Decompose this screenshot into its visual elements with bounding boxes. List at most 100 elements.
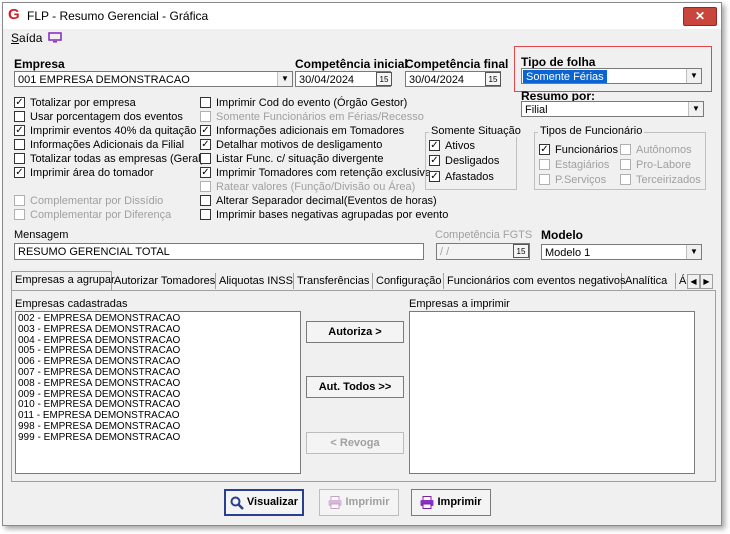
mensagem-input[interactable]: RESUMO GERENCIAL TOTAL: [14, 243, 424, 260]
checkbox-funcionarios[interactable]: ✓ Funcionários: [539, 143, 618, 157]
checkbox-box: [200, 194, 211, 206]
empresas-imprimir-label: Empresas a imprimir: [409, 298, 510, 310]
tab-analitica[interactable]: Analítica: [622, 273, 676, 289]
chevron-down-icon[interactable]: ▼: [686, 69, 701, 83]
empresa-label: Empresa: [14, 57, 65, 71]
checkbox-box: ✓: [539, 143, 550, 155]
somente-situacao-title: Somente Situação: [429, 125, 523, 137]
imprimir-button-disabled[interactable]: Imprimir: [319, 489, 399, 516]
competencia-final-label: Competência final: [405, 57, 509, 71]
tipos-funcionario-title: Tipos de Funcionário: [538, 125, 645, 137]
calendar-icon[interactable]: 15: [376, 72, 392, 86]
title-bar: G FLP - Resumo Gerencial - Gráfica ✕: [3, 3, 721, 29]
checkbox-box: [14, 110, 25, 122]
checkbox-box: ✓: [429, 170, 440, 182]
list-item[interactable]: 003 - EMPRESA DEMONSTRACAO: [16, 324, 300, 336]
competencia-fgts-label: Competência FGTS: [435, 229, 533, 241]
chevron-down-icon[interactable]: ▼: [688, 102, 703, 116]
monitor-icon[interactable]: [48, 32, 62, 43]
checkbox-info-tomadores[interactable]: ✓ Informações adicionais em Tomadores: [200, 124, 404, 138]
modelo-select[interactable]: Modelo 1 ▼: [541, 244, 702, 260]
autoriza-button[interactable]: Autoriza >: [306, 321, 404, 343]
checkbox-box: [620, 158, 631, 170]
checkbox-situacao-divergente[interactable]: Listar Func. c/ situação divergente: [200, 152, 384, 166]
checkbox-box: ✓: [14, 124, 25, 136]
tab-transferencias[interactable]: Transferências: [294, 273, 373, 289]
tab-funcionarios-eventos-negativos[interactable]: Funcionários com eventos negativos: [444, 273, 626, 289]
checkbox-box: [539, 158, 550, 170]
checkbox-ativos[interactable]: ✓ Ativos: [429, 139, 475, 153]
checkbox-motivos-desligamento[interactable]: ✓ Detalhar motivos de desligamento: [200, 138, 382, 152]
checkbox-box: [14, 138, 25, 150]
checkbox-ferias-recesso[interactable]: Somente Funcionários em Férias/Recesso: [200, 110, 424, 124]
checkbox-box: ✓: [429, 139, 440, 151]
tab-scroll-left-icon[interactable]: ◀: [687, 274, 700, 289]
empresas-cadastradas-label: Empresas cadastradas: [15, 298, 128, 310]
checkbox-info-filial[interactable]: Informações Adicionais da Filial: [14, 138, 184, 152]
window-title: FLP - Resumo Gerencial - Gráfica: [27, 9, 209, 23]
autorizar-todos-button[interactable]: Aut. Todos >>: [306, 376, 404, 398]
magnifier-icon: [230, 496, 244, 510]
checkbox-pro-labore[interactable]: Pro-Labore: [620, 158, 691, 172]
tab-empresas-agrupar[interactable]: Empresas a agrupar: [11, 271, 115, 290]
checkbox-box: [200, 180, 211, 192]
checkbox-box: [200, 152, 211, 164]
checkbox-complementar-diferenca[interactable]: Complementar por Diferença: [14, 208, 171, 222]
empresas-imprimir-list[interactable]: [409, 311, 695, 474]
checkbox-box: ✓: [200, 166, 211, 178]
tab-autorizar-tomadores[interactable]: Autorizar Tomadores: [111, 273, 216, 289]
checkbox-cod-evento[interactable]: Imprimir Cod do evento (Órgão Gestor): [200, 96, 407, 110]
calendar-icon[interactable]: 15: [485, 72, 501, 86]
empresas-cadastradas-list[interactable]: 002 - EMPRESA DEMONSTRACAO 003 - EMPRESA…: [15, 311, 301, 474]
checkbox-box: [14, 194, 25, 206]
checkbox-eventos-40[interactable]: ✓ Imprimir eventos 40% da quitação: [14, 124, 196, 138]
printer-icon: [420, 496, 434, 509]
tab-scroll-right-icon[interactable]: ▶: [700, 274, 713, 289]
checkbox-bases-negativas[interactable]: Imprimir bases negativas agrupadas por e…: [200, 208, 448, 222]
modelo-label: Modelo: [541, 228, 583, 242]
checkbox-ratear-valores[interactable]: Ratear valores (Função/Divisão ou Área): [200, 180, 415, 194]
tab-aliquotas-inss[interactable]: Aliquotas INSS: [216, 273, 294, 289]
checkbox-box: [620, 143, 631, 155]
list-item[interactable]: 008 - EMPRESA DEMONSTRACAO: [16, 378, 300, 390]
checkbox-complementar-dissidio[interactable]: Complementar por Dissídio: [14, 194, 163, 208]
checkbox-box: ✓: [429, 154, 440, 166]
checkbox-totalizar-empresa[interactable]: ✓ Totalizar por empresa: [14, 96, 136, 110]
checkbox-retencao-exclusiva[interactable]: ✓ Imprimir Tomadores com retenção exclusi…: [200, 166, 431, 180]
menu-bar: Saída: [3, 29, 721, 47]
app-logo-icon: G: [8, 6, 20, 23]
close-button[interactable]: ✕: [683, 7, 717, 26]
chevron-down-icon[interactable]: ▼: [277, 72, 292, 86]
chevron-down-icon[interactable]: ▼: [686, 245, 701, 259]
checkbox-separador-decimal[interactable]: Alterar Separador decimal(Eventos de hor…: [200, 194, 437, 208]
checkbox-box: [14, 152, 25, 164]
checkbox-box: [200, 208, 211, 220]
checkbox-box: [620, 173, 631, 185]
imprimir-button[interactable]: Imprimir: [411, 489, 491, 516]
empresa-select[interactable]: 001 EMPRESA DEMONSTRACAO ▼: [14, 71, 293, 87]
resumo-por-select[interactable]: Filial ▼: [521, 101, 704, 117]
checkbox-afastados[interactable]: ✓ Afastados: [429, 170, 494, 184]
tipo-folha-select[interactable]: Somente Férias ▼: [521, 68, 702, 84]
calendar-icon[interactable]: 15: [513, 244, 529, 258]
tab-strip: Empresas a agrupar Autorizar Tomadores A…: [11, 271, 713, 290]
tab-configuracao[interactable]: Configuração: [373, 273, 444, 289]
window: G FLP - Resumo Gerencial - Gráfica ✕ Saí…: [2, 2, 722, 526]
checkbox-box: [200, 110, 211, 122]
checkbox-area-tomador[interactable]: ✓ Imprimir área do tomador: [14, 166, 154, 180]
visualizar-button[interactable]: Visualizar: [224, 489, 304, 516]
checkbox-terceirizados[interactable]: Terceirizados: [620, 173, 701, 187]
checkbox-box: ✓: [14, 96, 25, 108]
checkbox-p-servicos[interactable]: P.Serviços: [539, 173, 606, 187]
checkbox-box: ✓: [14, 166, 25, 178]
checkbox-autonomos[interactable]: Autônomos: [620, 143, 692, 157]
revoga-button[interactable]: < Revoga: [306, 432, 404, 454]
checkbox-estagiarios[interactable]: Estagiários: [539, 158, 609, 172]
checkbox-totalizar-geral[interactable]: Totalizar todas as empresas (Geral): [14, 152, 204, 166]
checkbox-box: [14, 208, 25, 220]
tipo-folha-label: Tipo de folha: [521, 55, 596, 69]
list-item[interactable]: 999 - EMPRESA DEMONSTRACAO: [16, 432, 300, 444]
checkbox-desligados[interactable]: ✓ Desligados: [429, 154, 499, 168]
checkbox-usar-porcentagem[interactable]: Usar porcentagem dos eventos: [14, 110, 183, 124]
menu-saida[interactable]: Saída: [11, 31, 42, 45]
